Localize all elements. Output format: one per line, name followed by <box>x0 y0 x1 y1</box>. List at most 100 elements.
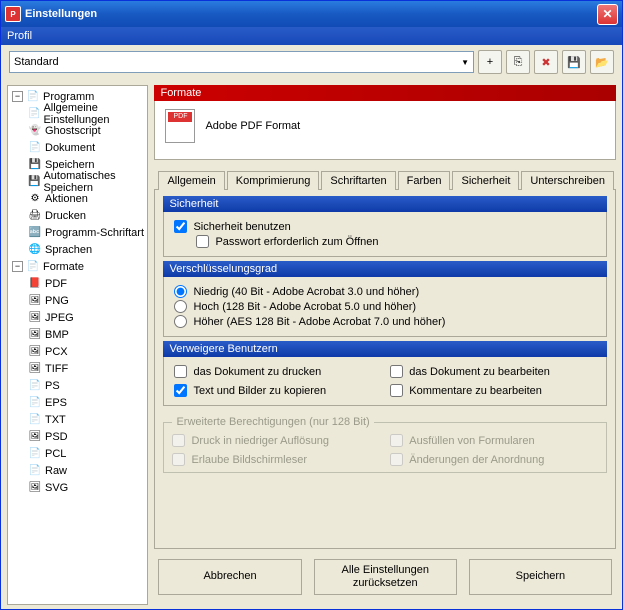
folder-icon: 📂 <box>595 56 609 69</box>
collapse-icon[interactable]: − <box>12 91 23 102</box>
format-icon: 📄 <box>28 107 40 121</box>
document-icon: 📄 <box>26 90 40 104</box>
open-profile-button[interactable]: 📂 <box>590 50 614 74</box>
save-button[interactable]: Speichern <box>469 559 612 595</box>
tree-item-jpeg[interactable]: 🖼JPEG <box>10 309 145 326</box>
format-icon: 🖼 <box>28 430 42 444</box>
copy-icon: ⎘ <box>514 56 523 69</box>
format-icon: 📄 <box>28 379 42 393</box>
format-icon: 🖼 <box>28 345 42 359</box>
tree-item-psd[interactable]: 🖼PSD <box>10 428 145 445</box>
tree-item-ps[interactable]: 📄PS <box>10 377 145 394</box>
tree-item-drucken[interactable]: 🖨Drucken <box>10 207 145 224</box>
encryption-radio-1[interactable] <box>174 300 187 313</box>
window-title: Einstellungen <box>25 8 597 20</box>
save-icon: 💾 <box>567 56 581 69</box>
profile-select[interactable]: Standard ▼ <box>9 51 474 73</box>
app-icon: P <box>5 6 21 22</box>
cancel-button[interactable]: Abbrechen <box>158 559 301 595</box>
tree-item-pdf[interactable]: 📕PDF <box>10 275 145 292</box>
tree-item-dokument[interactable]: 📄Dokument <box>10 139 145 156</box>
tree-item-tiff[interactable]: 🖼TIFF <box>10 360 145 377</box>
tree-item-programm-schriftart[interactable]: 🔤Programm-Schriftart <box>10 224 145 241</box>
tree-item-svg[interactable]: 🖼SVG <box>10 479 145 496</box>
tree-group-formate[interactable]: −📄Formate <box>10 258 145 275</box>
plus-icon: + <box>487 56 493 68</box>
close-icon[interactable]: ✕ <box>597 4 618 25</box>
tree-item-allgemeine-einstellungen[interactable]: 📄Allgemeine Einstellungen <box>10 105 145 122</box>
encryption-label-1: Hoch (128 Bit - Adobe Acrobat 5.0 und hö… <box>193 301 416 313</box>
save-profile-button[interactable]: 💾 <box>562 50 586 74</box>
format-icon: 📄 <box>28 141 42 155</box>
format-icon: 🌐 <box>28 243 42 257</box>
ext-check-2 <box>172 453 185 466</box>
format-icon: ⚙ <box>28 192 42 206</box>
deny-check-2[interactable] <box>174 384 187 397</box>
deny-label-1: das Dokument zu bearbeiten <box>409 366 550 378</box>
pwd-open-checkbox[interactable] <box>196 235 209 248</box>
format-icon: 🔤 <box>28 226 42 240</box>
tab-sicherheit[interactable]: Sicherheit <box>452 171 519 190</box>
deny-check-0[interactable] <box>174 365 187 378</box>
tab-allgemein[interactable]: Allgemein <box>158 171 224 190</box>
profile-label: Profil <box>1 27 622 45</box>
format-icon: 💾 <box>28 158 42 172</box>
copy-profile-button[interactable]: ⎘ <box>506 50 530 74</box>
use-security-checkbox[interactable] <box>174 220 187 233</box>
tab-komprimierung[interactable]: Komprimierung <box>227 171 320 190</box>
section-deny-title: Verweigere Benutzern <box>163 341 607 357</box>
chevron-down-icon: ▼ <box>461 58 469 67</box>
tab-unterschreiben[interactable]: Unterschreiben <box>521 171 614 190</box>
encryption-label-2: Höher (AES 128 Bit - Adobe Acrobat 7.0 u… <box>193 316 445 328</box>
tree-item-raw[interactable]: 📄Raw <box>10 462 145 479</box>
ext-label-0: Druck in niedriger Auflösung <box>191 435 329 447</box>
format-icon: 🖼 <box>28 328 42 342</box>
format-icon: 💾 <box>28 175 40 189</box>
encryption-radio-2[interactable] <box>174 315 187 328</box>
pdf-thumb-icon <box>165 109 195 143</box>
section-extended-title: Erweiterte Berechtigungen (nur 128 Bit) <box>172 416 373 428</box>
format-icon: 👻 <box>28 124 42 138</box>
deny-check-1[interactable] <box>390 365 403 378</box>
ext-label-3: Änderungen der Anordnung <box>409 454 544 466</box>
section-encryption-title: Verschlüsselungsgrad <box>163 261 607 277</box>
tree-item-txt[interactable]: 📄TXT <box>10 411 145 428</box>
ext-label-1: Ausfüllen von Formularen <box>409 435 534 447</box>
format-icon: 📄 <box>28 464 42 478</box>
profile-selected: Standard <box>14 56 59 68</box>
format-icon: 🖼 <box>28 311 42 325</box>
tree-item-pcx[interactable]: 🖼PCX <box>10 343 145 360</box>
collapse-icon[interactable]: − <box>12 261 23 272</box>
deny-label-0: das Dokument zu drucken <box>193 366 321 378</box>
delete-icon: ✖ <box>541 56 550 69</box>
tree-item-sprachen[interactable]: 🌐Sprachen <box>10 241 145 258</box>
section-security-title: Sicherheit <box>163 196 607 212</box>
encryption-label-0: Niedrig (40 Bit - Adobe Acrobat 3.0 und … <box>193 286 419 298</box>
add-profile-button[interactable]: + <box>478 50 502 74</box>
ext-check-1 <box>390 434 403 447</box>
reset-button[interactable]: Alle Einstellungen zurücksetzen <box>314 559 457 595</box>
tree-item-bmp[interactable]: 🖼BMP <box>10 326 145 343</box>
tree-item-eps[interactable]: 📄EPS <box>10 394 145 411</box>
use-security-label: Sicherheit benutzen <box>193 221 290 233</box>
tree-item-png[interactable]: 🖼PNG <box>10 292 145 309</box>
format-header: Formate <box>154 85 616 101</box>
format-icon: 📄 <box>28 447 42 461</box>
sidebar-tree[interactable]: −📄Programm📄Allgemeine Einstellungen👻Ghos… <box>7 85 148 605</box>
format-icon: 🖨 <box>28 209 42 223</box>
format-icon: 🖼 <box>28 362 42 376</box>
format-icon: 📕 <box>28 277 42 291</box>
tree-item-automatisches-speichern[interactable]: 💾Automatisches Speichern <box>10 173 145 190</box>
tab-schriftarten[interactable]: Schriftarten <box>321 171 395 190</box>
deny-label-3: Kommentare zu bearbeiten <box>409 385 542 397</box>
format-icon: 📄 <box>28 396 42 410</box>
pwd-open-label: Passwort erforderlich zum Öffnen <box>215 236 378 248</box>
format-icon: 🖼 <box>28 294 42 308</box>
tab-farben[interactable]: Farben <box>398 171 451 190</box>
encryption-radio-0[interactable] <box>174 285 187 298</box>
ext-check-0 <box>172 434 185 447</box>
deny-check-3[interactable] <box>390 384 403 397</box>
delete-profile-button[interactable]: ✖ <box>534 50 558 74</box>
tree-item-pcl[interactable]: 📄PCL <box>10 445 145 462</box>
format-title: Adobe PDF Format <box>205 120 300 132</box>
